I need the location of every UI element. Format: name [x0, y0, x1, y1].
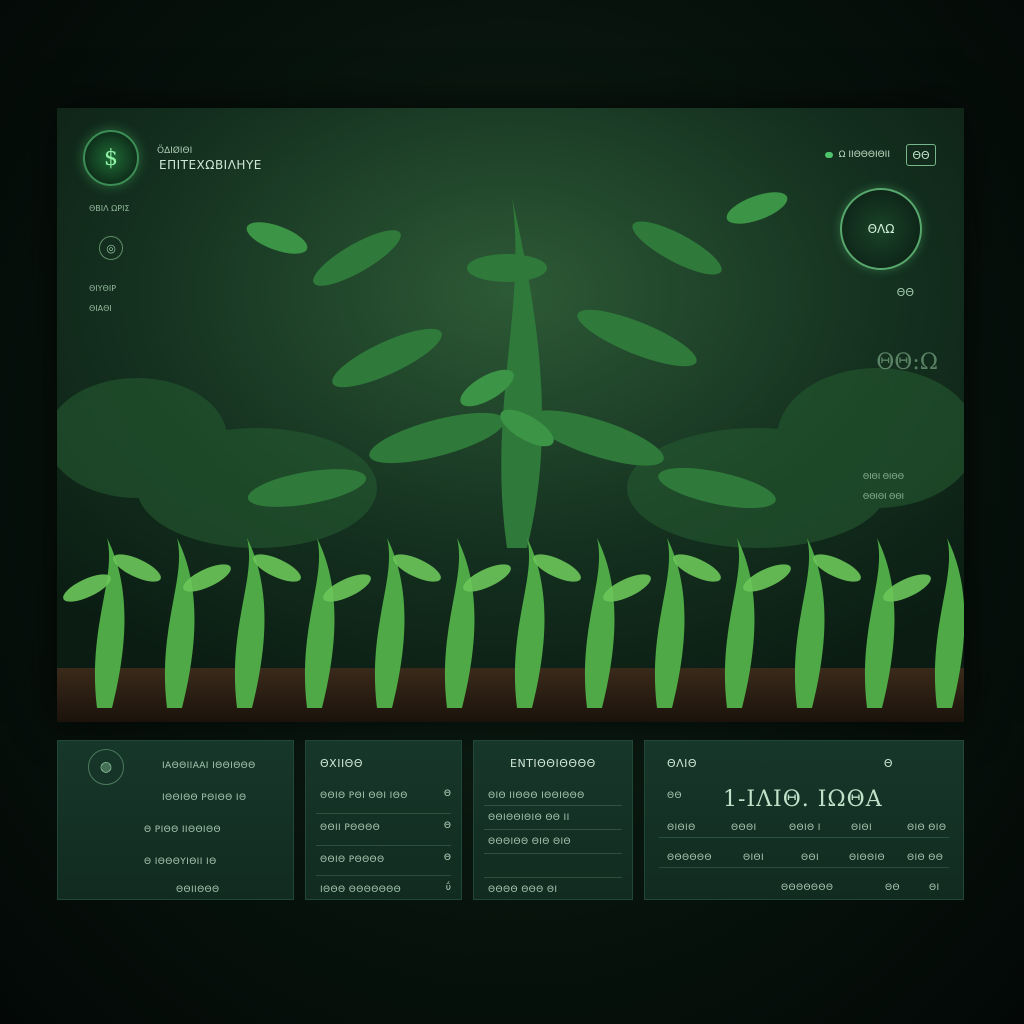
big-reading: ΘΘ:Ω: [876, 350, 938, 375]
controls-row-1[interactable]: ΘΘΙΘ ΡΘΙ ΘΘΙ ΙΘΘ: [320, 791, 408, 801]
gauge-button[interactable]: ΘΛΩ: [840, 188, 922, 270]
controls-row-1-value[interactable]: Θ: [444, 789, 451, 799]
divider: [484, 877, 622, 878]
panel-overview: ◍ ΙΑΘΘΙΙΑΑΙ ΙΘΘΙΘΘΘ ΙΘΘΙΘΘ ΡΘΙΘΘ ΙΘ Θ ΡΙ…: [57, 740, 294, 900]
divider: [484, 829, 622, 830]
plants-illustration: [57, 108, 964, 722]
status-indicator: Ω ΙΙΘΘΘΙΘΙΙ: [824, 150, 890, 160]
conditions-row-1: ΘΙΘ ΙΙΘΘΘ ΙΘΘΙΘΘΘ: [488, 791, 585, 801]
conditions-title: ΕΝΤΙΘΘΙΘΘΘΘ: [510, 757, 596, 770]
controls-row-3-value[interactable]: Θ: [444, 853, 451, 863]
divider: [659, 837, 949, 838]
panel-readings: ΘΛΙΘ Θ ΘΘ 1-ΙΛΙΘ. ΙΩΘΑ ΘΙΘΙΘ ΘΘΘΙ ΘΘΙΘ Ι…: [644, 740, 964, 900]
controls-row-2[interactable]: ΘΘΙΙ ΡΘΘΘΘ: [320, 823, 380, 833]
top-chip-button[interactable]: ΘΘ: [906, 144, 936, 166]
brand-title: ΕΠΙΤΕΧΩΒΙΛΗΥΕ: [159, 158, 262, 172]
readings-big-number: 1-ΙΛΙΘ. ΙΩΘΑ: [723, 787, 883, 812]
overview-row-5: ΘΘΙΙΘΘΘ: [176, 885, 220, 895]
controls-row-2-value[interactable]: Θ: [444, 821, 451, 831]
right-info-line-1: ΘΙΘΙ ΘΙΘΘ: [862, 472, 904, 481]
readings-row-label: ΘΘ: [667, 791, 682, 801]
readings-footer-2: ΘΘ: [885, 883, 900, 893]
controls-row-4[interactable]: ΙΘΘΘ ΘΘΘΘΘΘΘ: [320, 885, 401, 895]
hero-panel: $ Ö∆IØIΘI ΕΠΙΤΕΧΩΒΙΛΗΥΕ ΘΒΙΛ ΩΡΙΣ ◎ ΘΙΥΘ…: [57, 108, 964, 722]
readings-footer-3: ΘΙ: [929, 883, 940, 893]
divider: [316, 845, 451, 846]
overview-row-3: Θ ΡΙΘΘ ΙΙΘΘΙΘΘ: [144, 825, 221, 835]
logo-button[interactable]: $: [83, 130, 139, 186]
brand-subtitle: Ö∆IØIΘI: [157, 146, 193, 156]
divider: [659, 867, 949, 868]
readings-col-3: ΘΘΙΘ Ι: [789, 823, 821, 833]
overview-row-1: ΙΑΘΘΙΙΑΑΙ ΙΘΘΙΘΘΘ: [162, 761, 256, 771]
gauge-sub-label: ΘΘ: [896, 286, 914, 299]
sidebar-item-1[interactable]: ΘΒΙΛ ΩΡΙΣ: [89, 204, 130, 213]
conditions-row-2: ΘΘΙΘΘΙΘΙΘ ΘΘ ΙΙ: [488, 813, 570, 823]
divider: [484, 805, 622, 806]
sidebar-item-4[interactable]: ΘΙΑΘΙ: [89, 304, 112, 313]
globe-icon[interactable]: ◎: [99, 236, 123, 260]
controls-title: ΘΧΙΙΘΘ: [320, 757, 363, 770]
readings-row2-3: ΘΘΙ: [801, 853, 820, 863]
controls-row-3[interactable]: ΘΘΙΘ ΡΘΘΘΘ: [320, 855, 385, 865]
right-info-line-2: ΘΘΙΘΙ ΘΘΙ: [862, 492, 904, 501]
readings-title: ΘΛΙΘ: [667, 757, 698, 770]
readings-col-2: ΘΘΘΙ: [731, 823, 757, 833]
readings-row2-4: ΘΙΘΘΙΘ: [849, 853, 886, 863]
readings-row2-1: ΘΘΘΘΘΘ: [667, 853, 712, 863]
readings-row2-5: ΘΙΘ ΘΘ: [907, 853, 944, 863]
sidebar-item-3[interactable]: ΘΙΥΘΙΡ: [89, 284, 116, 293]
panel-conditions: ΕΝΤΙΘΘΙΘΘΘΘ ΘΙΘ ΙΙΘΘΘ ΙΘΘΙΘΘΘ ΘΘΙΘΘΙΘΙΘ …: [473, 740, 633, 900]
controls-row-4-value[interactable]: ΰ: [446, 883, 451, 893]
globe-icon[interactable]: ◍: [88, 749, 124, 785]
readings-title-right: Θ: [883, 757, 893, 770]
gauge-label: ΘΛΩ: [867, 222, 895, 236]
overview-row-2: ΙΘΘΙΘΘ ΡΘΙΘΘ ΙΘ: [162, 793, 247, 803]
divider: [316, 875, 451, 876]
divider: [316, 813, 451, 814]
conditions-row-3: ΘΘΘΙΘΘ ΘΙΘ ΘΙΘ: [488, 837, 572, 847]
readings-col-1: ΘΙΘΙΘ: [667, 823, 696, 833]
status-label: Ω ΙΙΘΘΘΙΘΙΙ: [838, 150, 890, 160]
readings-row2-2: ΘΙΘΙ: [743, 853, 765, 863]
readings-col-4: ΘΙΘΙ: [851, 823, 873, 833]
divider: [484, 853, 622, 854]
panel-controls: ΘΧΙΙΘΘ ΘΘΙΘ ΡΘΙ ΘΘΙ ΙΘΘ Θ ΘΘΙΙ ΡΘΘΘΘ Θ Θ…: [305, 740, 462, 900]
leaf-dollar-icon: $: [104, 145, 118, 171]
status-dot-icon: [824, 152, 833, 158]
overview-row-4: Θ ΙΘΘΘΥΙΘΙΙ ΙΘ: [144, 857, 217, 867]
conditions-row-4: ΘΘΘΘ ΘΘΘ ΘΙ: [488, 885, 558, 895]
readings-col-5: ΘΙΘ ΘΙΘ: [907, 823, 947, 833]
readings-footer-1: ΘΘΘΘΘΘΘ: [781, 883, 834, 893]
